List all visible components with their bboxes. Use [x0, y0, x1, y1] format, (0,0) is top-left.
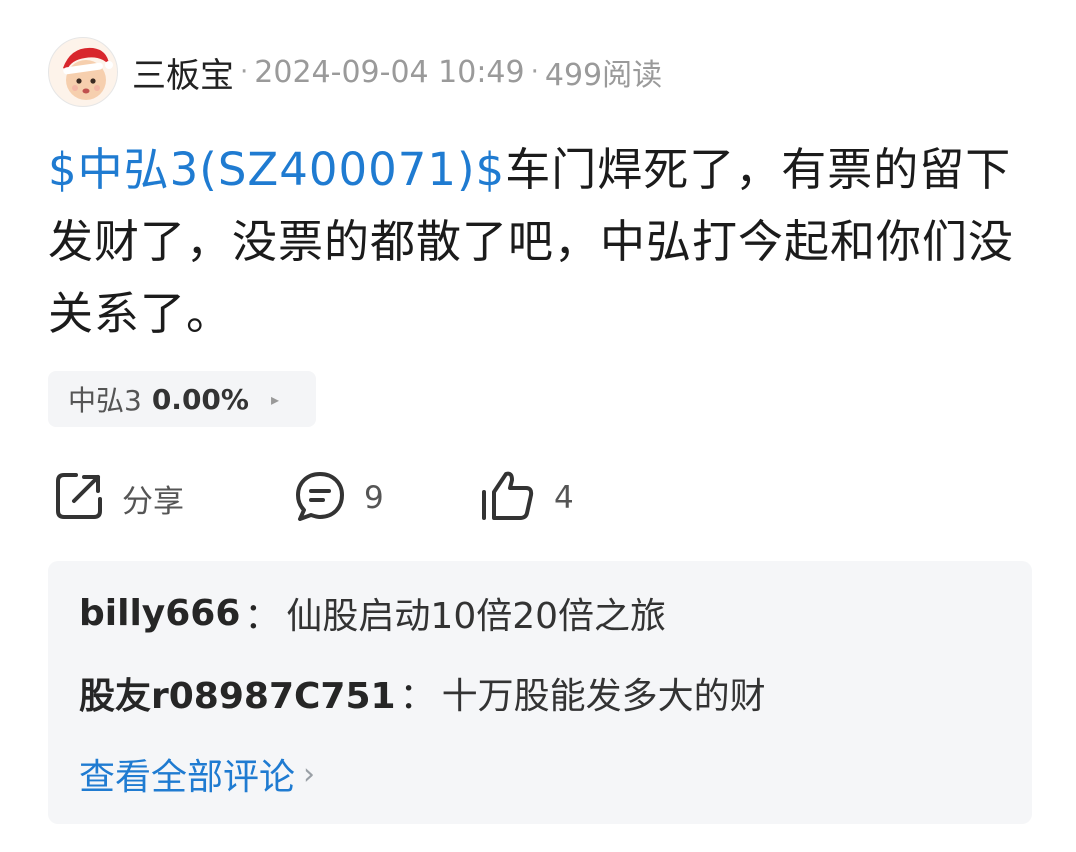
view-all-comments-link[interactable]: 查看全部评论 ›	[79, 749, 315, 799]
thumbs-up-icon	[478, 468, 538, 528]
post-date: 2024-09-04 10:49	[254, 54, 525, 90]
share-button[interactable]: 分享	[52, 467, 184, 529]
comment-user[interactable]: billy666	[79, 593, 240, 634]
comment-button[interactable]: 9	[292, 467, 384, 529]
read-count: 499阅读	[544, 58, 663, 93]
meta-separator: ·	[240, 57, 249, 87]
comment-text: 仙股启动10倍20倍之旅	[286, 596, 667, 637]
view-all-label: 查看全部评论	[79, 757, 296, 798]
post-card: 三板宝 · 2024-09-04 10:49 · 499阅读 $中弘3(SZ40…	[0, 0, 1076, 852]
comments-panel: billy666 ： 仙股启动10倍20倍之旅 股友r08987C751 ： 十…	[48, 561, 1032, 824]
comment-text: 十万股能发多大的财	[441, 676, 766, 717]
stock-chip[interactable]: 中弘3 0.00% ▸	[48, 371, 316, 427]
stock-link[interactable]: $中弘3(SZ400071)$	[48, 143, 505, 196]
stock-chip-change: 0.00%	[151, 382, 249, 416]
like-button[interactable]: 4	[478, 467, 574, 529]
comment-count: 9	[364, 480, 384, 516]
comment-colon: ：	[399, 676, 436, 717]
comment-item[interactable]: 股友r08987C751 ： 十万股能发多大的财	[79, 668, 766, 718]
avatar[interactable]	[48, 37, 118, 107]
like-count: 4	[554, 480, 574, 516]
comment-user[interactable]: 股友r08987C751	[79, 667, 396, 719]
action-bar: 分享 9 4	[52, 467, 652, 529]
author-name[interactable]: 三板宝	[132, 48, 234, 97]
comment-icon	[292, 468, 348, 528]
chevron-right-icon: ›	[303, 756, 316, 792]
meta-separator: ·	[530, 57, 539, 87]
play-arrow-icon: ▸	[270, 389, 279, 409]
share-label: 分享	[122, 483, 184, 520]
post-header: 三板宝 · 2024-09-04 10:49 · 499阅读	[48, 36, 662, 108]
post-body: $中弘3(SZ400071)$车门焊死了，有票的留下发财了，没票的都散了吧，中弘…	[48, 134, 1038, 350]
share-icon	[52, 469, 106, 527]
post-meta: 三板宝 · 2024-09-04 10:49 · 499阅读	[132, 48, 662, 97]
comment-colon: ：	[244, 596, 281, 637]
comment-item[interactable]: billy666 ： 仙股启动10倍20倍之旅	[79, 588, 666, 638]
stock-chip-name: 中弘3	[68, 384, 142, 417]
